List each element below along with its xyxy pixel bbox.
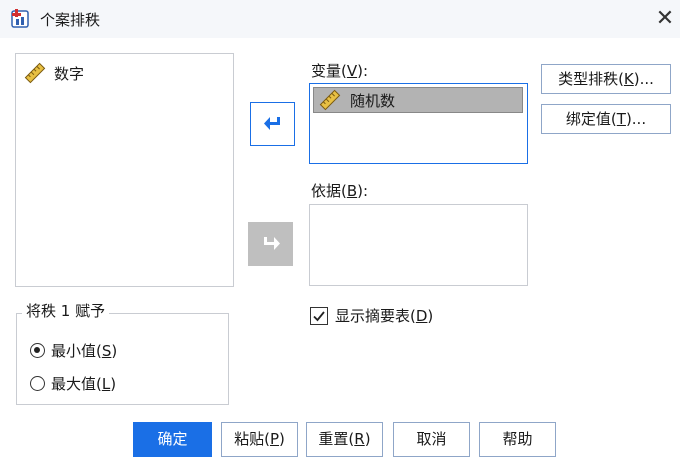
list-item[interactable]: 数字 (24, 62, 84, 84)
window-title: 个案排秩 (40, 11, 101, 29)
summary-table-checkbox[interactable]: 显示摘要表(D) (310, 305, 433, 326)
ok-button[interactable]: 确定 (133, 422, 212, 457)
ties-button[interactable]: 绑定值(T)... (541, 104, 671, 134)
title-bar: 个案排秩 ✕ (0, 0, 680, 38)
list-item-label: 随机数 (350, 91, 396, 110)
variable-list[interactable]: 随机数 (309, 83, 528, 164)
cancel-button[interactable]: 取消 (393, 422, 470, 457)
arrow-right-icon (263, 237, 280, 250)
list-item-label: 数字 (54, 64, 85, 83)
rank-types-button[interactable]: 类型排秩(K)... (541, 64, 671, 94)
help-button[interactable]: 帮助 (479, 422, 556, 457)
radio-selected-icon (30, 343, 45, 358)
move-to-by-button[interactable] (248, 222, 293, 266)
app-icon (11, 9, 29, 28)
paste-button[interactable]: 粘贴(P) (221, 422, 298, 457)
list-item-selected[interactable]: 随机数 (313, 87, 523, 113)
arrow-left-icon (263, 117, 280, 130)
source-variable-list[interactable]: 数字 (15, 53, 234, 287)
smallest-value-radio[interactable]: 最小值(S) (30, 340, 117, 361)
radio-unselected-icon (30, 376, 45, 391)
ruler-icon (24, 62, 46, 84)
reset-button[interactable]: 重置(R) (306, 422, 383, 457)
by-label: 依据(B): (311, 182, 369, 200)
by-list[interactable] (309, 204, 528, 286)
move-to-variable-button[interactable] (250, 102, 295, 146)
checkbox-checked-icon (310, 306, 328, 325)
variable-label: 变量(V): (311, 62, 369, 80)
close-button[interactable]: ✕ (652, 6, 678, 32)
assign-rank-group-title: 将秩 1 赋予 (22, 300, 110, 321)
largest-value-radio[interactable]: 最大值(L) (30, 373, 116, 394)
ruler-icon (319, 89, 341, 111)
